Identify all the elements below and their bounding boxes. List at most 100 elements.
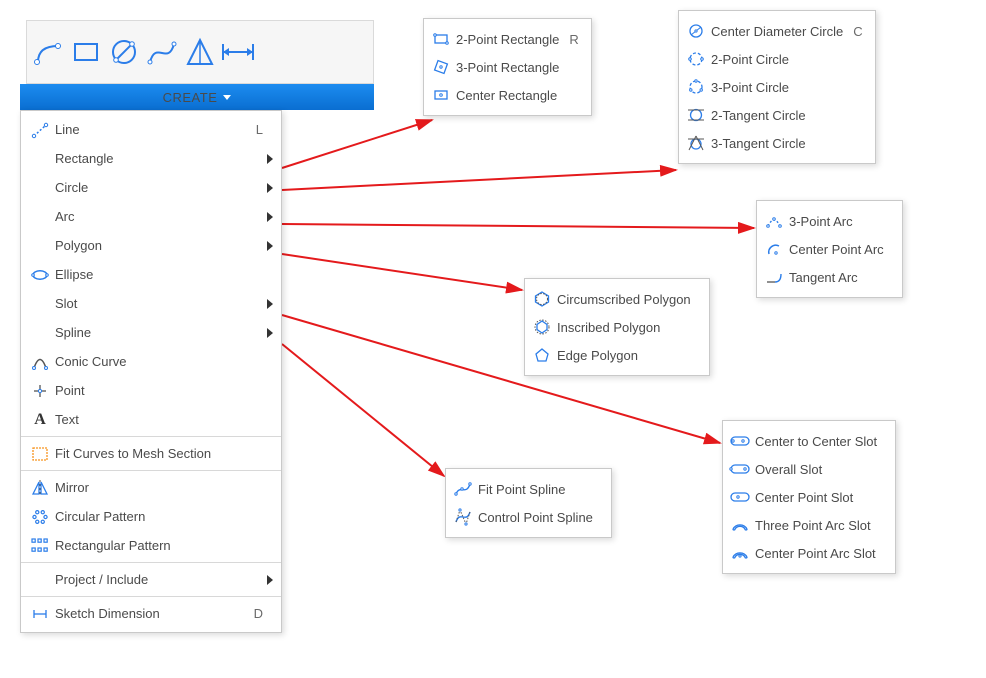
submenu-item-center-point-arc-slot[interactable]: Center Point Arc Slot (729, 539, 887, 567)
point-icon (29, 380, 51, 402)
menu-item-shortcut: L (256, 122, 263, 137)
submenu-item-circumscribed-polygon[interactable]: Circumscribed Polygon (531, 285, 701, 313)
rectc-icon (430, 84, 452, 106)
circpattern-icon (29, 506, 51, 528)
menu-item-sketch-dimension[interactable]: Sketch Dimension D (21, 599, 281, 628)
menu-item-mirror[interactable]: Mirror (21, 473, 281, 502)
submenu-item-label: 3-Point Rectangle (456, 60, 583, 75)
menu-item-label: Project / Include (55, 572, 281, 587)
submenu-item-label: Center Diameter Circle (711, 24, 853, 39)
line-icon (29, 119, 51, 141)
submenu-item-center-rectangle[interactable]: Center Rectangle (430, 81, 583, 109)
submenu-item-label: Overall Slot (755, 462, 887, 477)
submenu-item-edge-polygon[interactable]: Edge Polygon (531, 341, 701, 369)
chevron-right-icon (267, 183, 273, 193)
submenu-item-center-diameter-circle[interactable]: Center Diameter Circle C (685, 17, 867, 45)
submenu-item-center-to-center-slot[interactable]: Center to Center Slot (729, 427, 887, 455)
rectangle-icon[interactable] (75, 41, 97, 63)
menu-item-circular-pattern[interactable]: Circular Pattern (21, 502, 281, 531)
submenu-item-label: Tangent Arc (789, 270, 894, 285)
chevron-right-icon (267, 154, 273, 164)
submenu-item--tangent-circle[interactable]: 3-Tangent Circle (685, 129, 867, 157)
polygon-submenu: Circumscribed Polygon Inscribed Polygon … (524, 278, 710, 376)
c2p-icon (685, 48, 707, 70)
submenu-item-control-point-spline[interactable]: Control Point Spline (452, 503, 603, 531)
blank-icon (29, 148, 51, 170)
chevron-right-icon (267, 328, 273, 338)
submenu-item-label: Center Rectangle (456, 88, 583, 103)
create-dropdown-header[interactable]: CREATE (20, 84, 374, 110)
line-icon[interactable] (37, 41, 59, 63)
submenu-item--point-rectangle[interactable]: 3-Point Rectangle (430, 53, 583, 81)
menu-item-project-include[interactable]: Project / Include (21, 565, 281, 594)
submenu-item-label: Center Point Arc Slot (755, 546, 887, 561)
menu-item-arc[interactable]: Arc (21, 202, 281, 231)
slotcpa-icon (729, 542, 751, 564)
submenu-item-tangent-arc[interactable]: Tangent Arc (763, 263, 894, 291)
triangle-icon[interactable] (189, 41, 211, 63)
submenu-item-label: Center to Center Slot (755, 434, 887, 449)
submenu-item-inscribed-polygon[interactable]: Inscribed Polygon (531, 313, 701, 341)
circle-icon[interactable] (113, 41, 135, 63)
chevron-down-icon (223, 95, 231, 100)
menu-item-rectangle[interactable]: Rectangle (21, 144, 281, 173)
menu-item-fit-curves-to-mesh-section[interactable]: Fit Curves to Mesh Section (21, 439, 281, 468)
chevron-right-icon (267, 241, 273, 251)
submenu-item-label: 2-Point Circle (711, 52, 867, 67)
spline-icon[interactable] (151, 41, 173, 63)
submenu-item--point-circle[interactable]: 3-Point Circle (685, 73, 867, 101)
submenu-item-label: Control Point Spline (478, 510, 603, 525)
menu-item-label: Ellipse (55, 267, 281, 282)
submenu-item-center-point-slot[interactable]: Center Point Slot (729, 483, 887, 511)
menu-item-circle[interactable]: Circle (21, 173, 281, 202)
submenu-item-overall-slot[interactable]: Overall Slot (729, 455, 887, 483)
arc-submenu: 3-Point Arc Center Point Arc Tangent Arc (756, 200, 903, 298)
menu-item-point[interactable]: Point (21, 376, 281, 405)
submenu-item-label: 2-Point Rectangle (456, 32, 569, 47)
slotcp-icon (729, 486, 751, 508)
menu-item-label: Polygon (55, 238, 281, 253)
submenu-item-label: Center Point Slot (755, 490, 887, 505)
submenu-item--point-rectangle[interactable]: 2-Point Rectangle R (430, 25, 583, 53)
menu-item-conic-curve[interactable]: Conic Curve (21, 347, 281, 376)
polyins-icon (531, 316, 553, 338)
arc3p-icon (763, 210, 785, 232)
menu-item-slot[interactable]: Slot (21, 289, 281, 318)
submenu-item-label: Fit Point Spline (478, 482, 603, 497)
submenu-item-shortcut: R (569, 32, 578, 47)
menu-item-spline[interactable]: Spline (21, 318, 281, 347)
blank-icon (29, 569, 51, 591)
menu-item-polygon[interactable]: Polygon (21, 231, 281, 260)
blank-icon (29, 293, 51, 315)
rect3p-icon (430, 56, 452, 78)
blank-icon (29, 177, 51, 199)
submenu-item--point-arc[interactable]: 3-Point Arc (763, 207, 894, 235)
chevron-right-icon (267, 212, 273, 222)
fitcurves-icon (29, 443, 51, 465)
submenu-item-label: Three Point Arc Slot (755, 518, 887, 533)
spline-submenu: Fit Point Spline Control Point Spline (445, 468, 612, 538)
menu-item-label: Slot (55, 296, 281, 311)
menu-item-text[interactable]: A Text (21, 405, 281, 434)
menu-item-shortcut: D (254, 606, 263, 621)
mirror-icon (29, 477, 51, 499)
menu-item-label: Sketch Dimension (55, 606, 254, 621)
menu-item-rectangular-pattern[interactable]: Rectangular Pattern (21, 531, 281, 560)
c2t-icon (685, 104, 707, 126)
dimension-icon[interactable] (227, 41, 249, 63)
menu-item-line[interactable]: Line L (21, 115, 281, 144)
submenu-item--point-circle[interactable]: 2-Point Circle (685, 45, 867, 73)
chevron-right-icon (267, 299, 273, 309)
menu-item-label: Circular Pattern (55, 509, 281, 524)
c3t-icon (685, 132, 707, 154)
submenu-item-label: Inscribed Polygon (557, 320, 701, 335)
menu-item-ellipse[interactable]: Ellipse (21, 260, 281, 289)
menu-item-label: Conic Curve (55, 354, 281, 369)
submenu-item-center-point-arc[interactable]: Center Point Arc (763, 235, 894, 263)
menu-item-label: Line (55, 122, 256, 137)
sketch-toolbar (26, 20, 374, 84)
submenu-item-fit-point-spline[interactable]: Fit Point Spline (452, 475, 603, 503)
submenu-item-three-point-arc-slot[interactable]: Three Point Arc Slot (729, 511, 887, 539)
slot3pa-icon (729, 514, 751, 536)
submenu-item--tangent-circle[interactable]: 2-Tangent Circle (685, 101, 867, 129)
